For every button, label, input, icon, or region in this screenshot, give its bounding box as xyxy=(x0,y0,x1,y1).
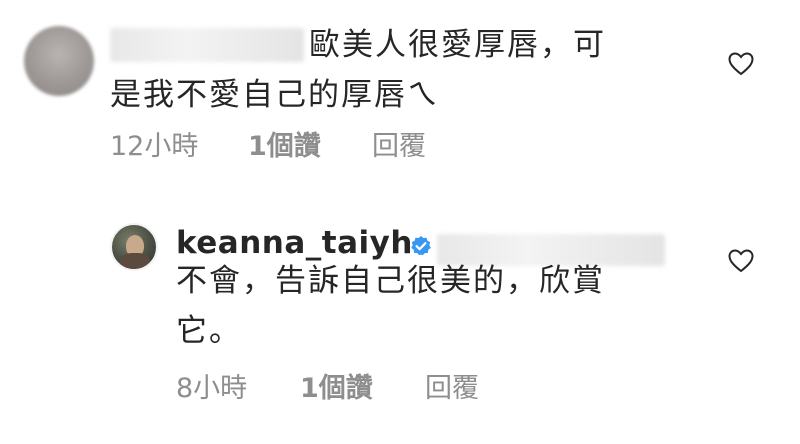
comment-text-line: 是我不愛自己的厚唇ㄟ xyxy=(110,77,440,113)
comment-text-line: 不會，告訴自己很美的，欣賞 xyxy=(176,263,605,299)
reply-button[interactable]: 回覆 xyxy=(372,130,426,164)
heart-outline-icon[interactable] xyxy=(728,52,754,76)
heart-outline-icon[interactable] xyxy=(728,249,754,273)
comment-timestamp: 8小時 xyxy=(176,373,248,404)
comment-text-line: 歐美人很愛厚唇，可 xyxy=(309,27,606,63)
comment-timestamp: 12小時 xyxy=(110,131,199,162)
reply-button[interactable]: 回覆 xyxy=(425,372,479,406)
verified-badge-icon xyxy=(411,236,431,256)
likes-count: 1個讚 xyxy=(300,373,373,404)
likes-count-button[interactable]: 1個讚 xyxy=(248,130,321,164)
avatar[interactable] xyxy=(110,223,158,271)
comment-text-line: 它。 xyxy=(176,313,242,349)
reply-comment-item: keanna_taiyh 不會，告訴自己很美的，欣賞 它。 8小時 1個讚 回覆 xyxy=(0,205,800,435)
avatar[interactable] xyxy=(24,26,94,96)
redacted-username xyxy=(110,28,304,62)
likes-count: 1個讚 xyxy=(248,131,321,162)
likes-count-button[interactable]: 1個讚 xyxy=(300,372,373,406)
comment-item: 歐美人很愛厚唇，可 是我不愛自己的厚唇ㄟ 12小時 1個讚 回覆 xyxy=(0,0,800,190)
